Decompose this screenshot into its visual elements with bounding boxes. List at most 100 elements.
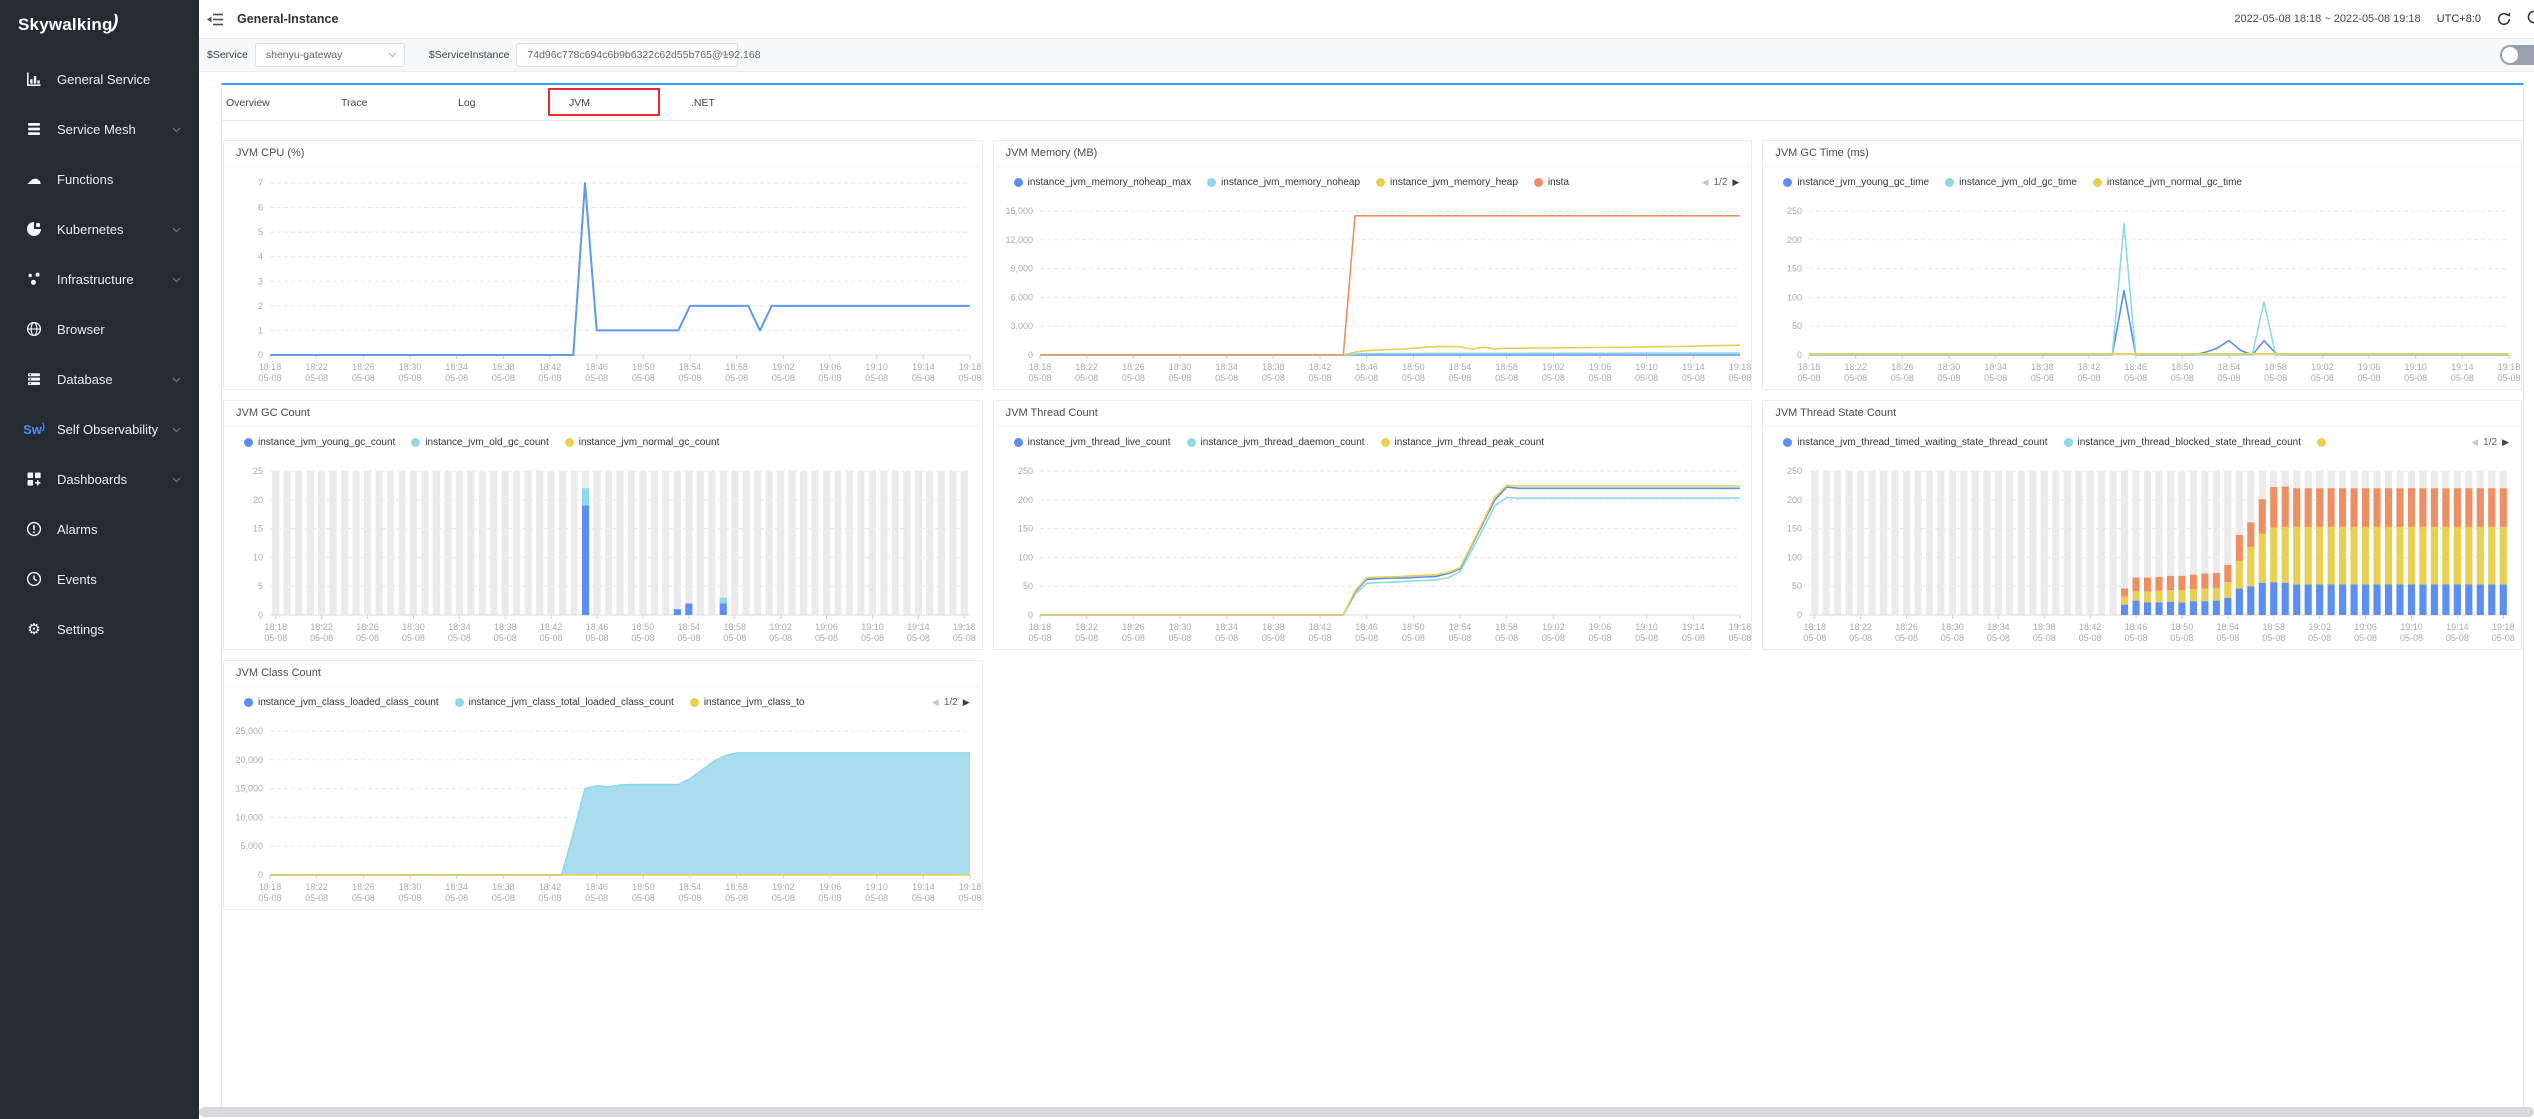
svg-text:05-08: 05-08 [1987,633,2010,643]
chart-canvas-jvm-cpu[interactable]: 0123456718:1805-0818:2205-0818:2605-0818… [224,167,982,390]
legend-item[interactable]: instance_jvm_memory_noheap_max [1014,177,1191,188]
sidebar-item-events[interactable]: Events [0,554,199,604]
sidebar-item-label: Service Mesh [57,122,136,137]
tab-overview[interactable]: Overview [226,85,270,120]
horizontal-scrollbar[interactable] [199,1107,2534,1117]
app-logo[interactable]: Skywalking) [0,0,199,36]
svg-text:18:30: 18:30 [1168,622,1191,632]
sidebar-item-database[interactable]: Database [0,354,199,404]
legend-item[interactable]: instance_jvm_class_loaded_class_count [244,697,439,708]
legend-item[interactable]: instance_jvm_class_to [690,697,805,708]
svg-text:05-08: 05-08 [1261,373,1284,383]
svg-text:18:46: 18:46 [2125,362,2148,372]
svg-text:05-08: 05-08 [2446,633,2469,643]
legend-dot [1534,178,1543,187]
svg-text:05-08: 05-08 [678,373,701,383]
legend-item[interactable]: instance_jvm_thread_live_count [1014,437,1171,448]
timezone-button[interactable]: UTC+8:0 [2437,13,2481,25]
svg-text:05-08: 05-08 [1075,373,1098,383]
tab-log[interactable]: Log [458,85,476,120]
layers-icon [25,120,43,138]
legend-item[interactable]: instance_jvm_thread_timed_waiting_state_… [1783,437,2047,448]
sidebar-item-settings[interactable]: ⚙Settings [0,604,199,654]
chart-canvas-jvm-thread-count[interactable]: 05010015020025018:1805-0818:2205-0818:26… [994,457,1752,650]
chart-canvas-jvm-gc-count[interactable]: 051015202518:1805-0818:2205-0818:2605-08… [224,457,982,650]
svg-text:05-08: 05-08 [2218,373,2241,383]
bar-chart-icon [25,70,43,88]
svg-text:05-08: 05-08 [725,893,748,903]
legend-item[interactable]: instance_jvm_memory_noheap [1207,177,1360,188]
legend-prev-icon[interactable]: ◀ [2471,438,2478,447]
legend-label: instance_jvm_thread_blocked_state_thread… [2078,437,2302,448]
svg-text:18:46: 18:46 [585,882,608,892]
svg-text:05-08: 05-08 [1028,633,1051,643]
clock-icon[interactable] [2527,10,2534,29]
svg-text:05-08: 05-08 [402,633,425,643]
dots-icon [25,270,43,288]
legend-item[interactable]: instance_jvm_thread_peak_count [1381,437,1545,448]
legend-item[interactable]: instance_jvm_old_gc_time [1945,177,2077,188]
svg-text:19:06: 19:06 [815,622,838,632]
legend-prev-icon[interactable]: ◀ [932,698,939,707]
legend-item[interactable]: instance_jvm_young_gc_time [1783,177,1929,188]
legend-item[interactable]: instance_jvm_normal_gc_count [565,437,720,448]
svg-text:05-08: 05-08 [1938,373,1961,383]
tab-net[interactable]: .NET [691,85,715,120]
sidebar-item-general-service[interactable]: General Service [0,54,199,104]
legend-item[interactable]: instance_jvm_thread_blocked_state_thread… [2064,437,2302,448]
toggle-switch[interactable] [2500,45,2534,65]
svg-text:0: 0 [1797,350,1802,360]
time-range-picker[interactable]: 2022-05-08 18:18 ~ 2022-05-08 19:18 [2234,13,2420,25]
legend-item[interactable]: instance_jvm_memory_heap [1376,177,1518,188]
svg-text:05-08: 05-08 [1844,373,1867,383]
legend-item[interactable]: instance_jvm_thread_daemon_count [1187,437,1365,448]
svg-text:05-08: 05-08 [815,633,838,643]
chart-canvas-jvm-thread-state-count[interactable]: 05010015020025018:1805-0818:2205-0818:26… [1763,457,2521,650]
legend-item[interactable]: instance_jvm_old_gc_count [411,437,548,448]
svg-text:05-08: 05-08 [1448,633,1471,643]
chart-canvas-jvm-class-count[interactable]: 05,00010,00015,00020,00025,00018:1805-08… [224,717,982,910]
legend-item[interactable]: instance_jvm_normal_gc_time [2093,177,2242,188]
svg-text:18:30: 18:30 [1942,622,1965,632]
legend-next-icon[interactable]: ▶ [1732,178,1739,187]
legend-next-icon[interactable]: ▶ [2502,438,2509,447]
service-instance-select[interactable]: 74d96c778c694c6b9b6322c62d55b765@192.168 [516,43,738,67]
legend-next-icon[interactable]: ▶ [963,698,970,707]
collapse-sidebar-icon[interactable] [207,12,225,26]
tab-jvm[interactable]: JVM [569,85,590,120]
refresh-icon[interactable] [2497,12,2511,26]
svg-text:6,000: 6,000 [1010,292,1033,302]
legend-item[interactable]: instance_jvm_young_gc_count [244,437,395,448]
svg-text:50: 50 [1792,321,1802,331]
legend-page-indicator: 1/2 [2483,437,2497,448]
svg-text:05-08: 05-08 [352,893,375,903]
service-select[interactable]: shenyu-gateway [255,43,405,67]
svg-text:1: 1 [258,325,263,335]
legend-item[interactable]: instance_jvm_class_total_loaded_class_co… [455,697,674,708]
svg-text:05-08: 05-08 [1308,633,1331,643]
svg-text:19:18: 19:18 [2498,362,2521,372]
chart-canvas-jvm-memory[interactable]: 03,0006,0009,00012,00015,00018:1805-0818… [994,197,1752,390]
svg-text:18:38: 18:38 [494,622,517,632]
svg-text:05-08: 05-08 [632,373,655,383]
svg-text:19:02: 19:02 [772,882,795,892]
legend-item[interactable] [2317,438,2331,447]
tab-trace[interactable]: Trace [341,85,367,120]
svg-text:05-08: 05-08 [492,893,515,903]
sidebar-item-alarms[interactable]: Alarms [0,504,199,554]
sidebar-item-kubernetes[interactable]: Kubernetes [0,204,199,254]
legend-prev-icon[interactable]: ◀ [1702,178,1709,187]
sidebar-item-functions[interactable]: ☁Functions [0,154,199,204]
legend-item[interactable]: insta [1534,177,1569,188]
sidebar-item-service-mesh[interactable]: Service Mesh [0,104,199,154]
sidebar-item-self-observability[interactable]: Sw)Self Observability [0,404,199,454]
svg-text:18:50: 18:50 [1402,622,1425,632]
svg-text:18:22: 18:22 [305,362,328,372]
chart-canvas-jvm-gc-time[interactable]: 05010015020025018:1805-0818:2205-0818:26… [1763,197,2521,390]
sidebar-item-infrastructure[interactable]: Infrastructure [0,254,199,304]
sidebar-item-dashboards[interactable]: Dashboards [0,454,199,504]
svg-text:18:18: 18:18 [264,622,287,632]
svg-text:05-08: 05-08 [2125,633,2148,643]
svg-text:200: 200 [1787,235,1802,245]
sidebar-item-browser[interactable]: Browser [0,304,199,354]
